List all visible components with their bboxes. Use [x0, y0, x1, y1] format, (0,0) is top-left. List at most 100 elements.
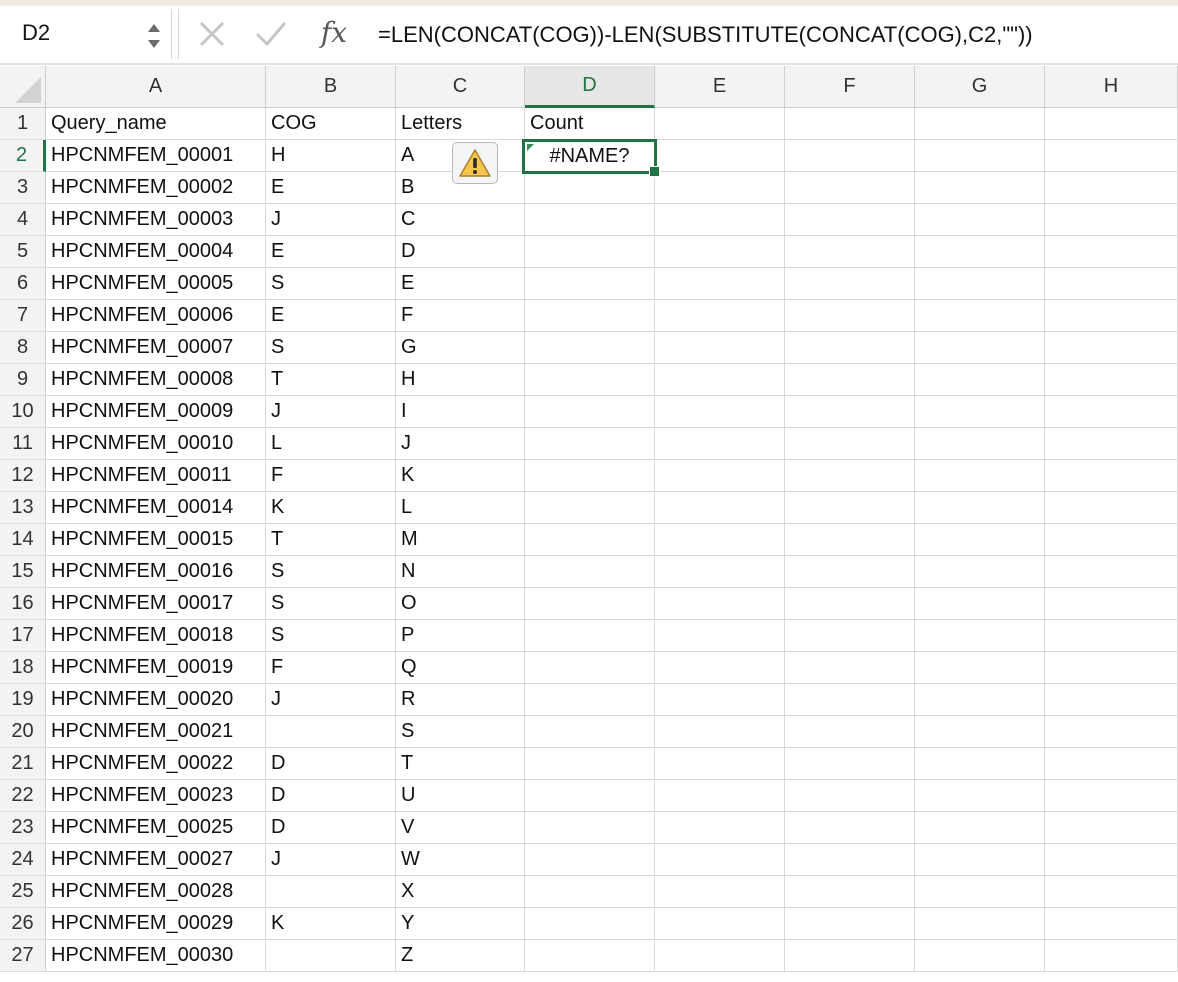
cell[interactable]: HPCNMFEM_00003 — [46, 204, 266, 236]
cell[interactable] — [915, 268, 1045, 300]
cell[interactable]: K — [266, 492, 396, 524]
cell[interactable] — [1045, 940, 1178, 972]
cell[interactable] — [785, 236, 915, 268]
cell[interactable] — [1045, 652, 1178, 684]
cell[interactable]: HPCNMFEM_00029 — [46, 908, 266, 940]
cell[interactable]: HPCNMFEM_00025 — [46, 812, 266, 844]
cell[interactable]: HPCNMFEM_00014 — [46, 492, 266, 524]
cell[interactable] — [915, 844, 1045, 876]
cell[interactable] — [785, 268, 915, 300]
cell[interactable]: S — [396, 716, 525, 748]
cell[interactable] — [655, 556, 785, 588]
cell[interactable]: C — [396, 204, 525, 236]
cell[interactable]: E — [266, 172, 396, 204]
cell[interactable]: U — [396, 780, 525, 812]
cell[interactable]: W — [396, 844, 525, 876]
cell[interactable] — [785, 716, 915, 748]
cell[interactable]: Y — [396, 908, 525, 940]
cell[interactable]: Q — [396, 652, 525, 684]
cell[interactable]: E — [396, 268, 525, 300]
cell[interactable] — [655, 140, 785, 172]
cell[interactable] — [525, 940, 655, 972]
cell[interactable] — [1045, 588, 1178, 620]
cell[interactable] — [1045, 268, 1178, 300]
cell[interactable] — [1045, 236, 1178, 268]
cell[interactable]: L — [396, 492, 525, 524]
row-header[interactable]: 9 — [0, 364, 46, 396]
cell[interactable]: J — [396, 428, 525, 460]
cell[interactable] — [655, 844, 785, 876]
cell[interactable] — [525, 428, 655, 460]
cell[interactable]: HPCNMFEM_00006 — [46, 300, 266, 332]
cell[interactable] — [915, 652, 1045, 684]
cell[interactable]: D — [396, 236, 525, 268]
cell[interactable]: L — [266, 428, 396, 460]
cell[interactable]: HPCNMFEM_00011 — [46, 460, 266, 492]
cell[interactable] — [785, 620, 915, 652]
cell[interactable] — [655, 332, 785, 364]
cell[interactable] — [655, 492, 785, 524]
row-header[interactable]: 18 — [0, 652, 46, 684]
cell[interactable] — [785, 588, 915, 620]
cell[interactable]: F — [396, 300, 525, 332]
name-box-stepper-icon[interactable] — [146, 21, 162, 51]
cell[interactable]: S — [266, 556, 396, 588]
cell[interactable] — [785, 940, 915, 972]
row-header[interactable]: 22 — [0, 780, 46, 812]
cell[interactable] — [1045, 684, 1178, 716]
cell[interactable] — [525, 588, 655, 620]
cell[interactable] — [655, 588, 785, 620]
cell[interactable] — [915, 140, 1045, 172]
cell[interactable] — [525, 716, 655, 748]
cell[interactable]: O — [396, 588, 525, 620]
column-header-h[interactable]: H — [1045, 66, 1178, 108]
cell[interactable] — [655, 524, 785, 556]
cell[interactable] — [915, 396, 1045, 428]
cell[interactable] — [915, 236, 1045, 268]
row-header[interactable]: 13 — [0, 492, 46, 524]
column-header-c[interactable]: C — [396, 66, 525, 108]
cell[interactable] — [525, 844, 655, 876]
cell[interactable] — [655, 748, 785, 780]
cell[interactable] — [1045, 332, 1178, 364]
cell[interactable]: S — [266, 268, 396, 300]
cell[interactable]: J — [266, 844, 396, 876]
column-header-a[interactable]: A — [46, 66, 266, 108]
cell[interactable] — [525, 556, 655, 588]
row-header[interactable]: 7 — [0, 300, 46, 332]
cell[interactable] — [785, 684, 915, 716]
cell[interactable] — [1045, 204, 1178, 236]
cell[interactable] — [1045, 908, 1178, 940]
cell[interactable]: HPCNMFEM_00010 — [46, 428, 266, 460]
cell[interactable] — [525, 652, 655, 684]
cell[interactable] — [266, 940, 396, 972]
cell[interactable] — [1045, 844, 1178, 876]
cell[interactable] — [915, 940, 1045, 972]
cell[interactable] — [525, 620, 655, 652]
row-header[interactable]: 19 — [0, 684, 46, 716]
cell[interactable] — [525, 908, 655, 940]
cell[interactable]: X — [396, 876, 525, 908]
cell[interactable] — [785, 364, 915, 396]
cell[interactable]: D — [266, 748, 396, 780]
column-header-g[interactable]: G — [915, 66, 1045, 108]
cell[interactable]: J — [266, 396, 396, 428]
cell[interactable] — [915, 876, 1045, 908]
cell[interactable] — [525, 524, 655, 556]
column-header-d[interactable]: D — [525, 66, 655, 108]
cell[interactable]: J — [266, 204, 396, 236]
cell[interactable]: T — [396, 748, 525, 780]
error-warning-button[interactable] — [452, 142, 498, 184]
cell[interactable] — [915, 460, 1045, 492]
cell[interactable]: T — [266, 364, 396, 396]
row-header[interactable]: 16 — [0, 588, 46, 620]
row-header[interactable]: 2 — [0, 140, 46, 172]
cell[interactable] — [915, 620, 1045, 652]
cell[interactable]: Count — [525, 108, 655, 140]
cell[interactable] — [915, 108, 1045, 140]
cell[interactable] — [785, 524, 915, 556]
cell[interactable] — [655, 940, 785, 972]
cell[interactable]: Letters — [396, 108, 525, 140]
cell[interactable] — [525, 396, 655, 428]
cell[interactable] — [1045, 140, 1178, 172]
